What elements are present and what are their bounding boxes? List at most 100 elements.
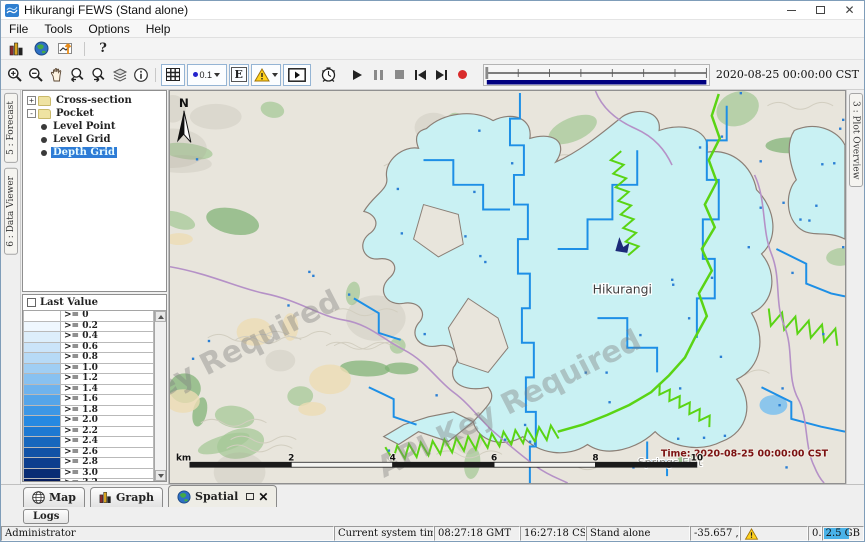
map-canvas[interactable]: API Key RequiredAPI Key Required N Hikur… xyxy=(170,91,845,483)
legend-swatch xyxy=(23,395,61,406)
point-icon xyxy=(193,72,198,77)
svg-text:2: 2 xyxy=(288,453,294,463)
pause-button[interactable] xyxy=(368,64,389,86)
legend-row[interactable]: >= 3.2 xyxy=(23,479,154,481)
tree-item-label[interactable]: Cross-section xyxy=(54,95,134,106)
svg-text:6: 6 xyxy=(491,453,497,463)
legend-row[interactable]: >= 1.6 xyxy=(23,395,154,406)
layers-button[interactable] xyxy=(109,64,130,86)
scroll-up-button[interactable] xyxy=(155,311,166,322)
status-text: Administrator xyxy=(5,528,76,539)
menu-item[interactable]: File xyxy=(1,22,36,36)
archive-button[interactable] xyxy=(5,39,27,59)
record-button[interactable] xyxy=(452,64,473,86)
tree-item[interactable]: - Pocket xyxy=(23,107,166,120)
current-time-label: 2020-08-25 00:00:00 CST xyxy=(716,68,859,81)
menu-item[interactable]: Tools xyxy=(36,22,80,36)
tree-item-label[interactable]: Depth Grid xyxy=(51,147,117,158)
animation-window-button[interactable] xyxy=(283,64,311,86)
map-time-label: Time: 2020-08-25 00:00:00 CST xyxy=(661,448,829,459)
legend-swatch xyxy=(23,479,61,481)
zoom-previous-button[interactable] xyxy=(67,64,88,86)
stopwatch-icon xyxy=(320,66,337,83)
logs-row: Logs xyxy=(1,507,864,526)
skip-start-button[interactable] xyxy=(410,64,431,86)
globe-blue-icon xyxy=(177,490,191,504)
maximize-button[interactable] xyxy=(806,1,835,19)
play-button[interactable] xyxy=(347,64,368,86)
legend-row[interactable]: >= 0.8 xyxy=(23,353,154,364)
expand-toggle-icon[interactable]: + xyxy=(27,96,36,105)
expand-toggle-icon[interactable]: - xyxy=(27,109,36,118)
pan-button[interactable] xyxy=(46,64,67,86)
profile-chart-button[interactable] xyxy=(55,39,77,59)
map-display-button[interactable] xyxy=(30,39,52,59)
legend-row[interactable]: >= 2.4 xyxy=(23,437,154,448)
zoom-in-button[interactable] xyxy=(4,64,25,86)
time-slider-handle[interactable] xyxy=(485,67,488,79)
legend-scrollbar[interactable] xyxy=(154,311,166,481)
tree-item-label[interactable]: Level Point xyxy=(51,121,117,132)
tree-item-label[interactable]: Level Grid xyxy=(51,134,112,145)
layers-icon xyxy=(112,67,128,83)
status-text: 08:27:18 GMT xyxy=(438,528,511,539)
close-button[interactable]: ✕ xyxy=(835,1,864,19)
skip-end-button[interactable] xyxy=(431,64,452,86)
legend-panel: Last Value >= 0 >= 0.2 xyxy=(22,294,167,482)
legend-value: >= 2.4 xyxy=(61,437,154,448)
point-size-dropdown[interactable]: 0.1 xyxy=(187,64,227,86)
tree-item-label[interactable]: Pocket xyxy=(54,108,96,119)
tab-map[interactable]: Map xyxy=(23,487,85,507)
last-value-checkbox[interactable] xyxy=(27,298,36,307)
stop-button[interactable] xyxy=(389,64,410,86)
side-tab[interactable]: 6 : Data Viewer xyxy=(4,168,18,255)
left-tab-strip: 5 : Forecast 6 : Data Viewer xyxy=(1,90,21,484)
legend-row[interactable]: >= 1.2 xyxy=(23,374,154,385)
grid-display-button[interactable] xyxy=(161,64,185,86)
legend-value: >= 2.0 xyxy=(61,416,154,427)
arrow-down-icon xyxy=(158,474,164,478)
tab-spatial[interactable]: Spatial ✕ xyxy=(168,485,277,507)
side-tab[interactable]: 3 : Plot Overview xyxy=(849,93,863,187)
help-button[interactable]: ? xyxy=(92,39,114,59)
pause-icon xyxy=(374,70,383,80)
warnings-dropdown[interactable] xyxy=(251,64,281,86)
status-segment xyxy=(740,526,808,541)
legend-row[interactable]: >= 2.0 xyxy=(23,416,154,427)
tree-item[interactable]: Level Point xyxy=(23,120,166,133)
map-view[interactable]: API Key RequiredAPI Key Required N Hikur… xyxy=(169,90,846,484)
zoom-next-button[interactable] xyxy=(88,64,109,86)
scroll-down-button[interactable] xyxy=(155,470,166,481)
svg-text:10: 10 xyxy=(691,453,703,463)
status-warning-icon[interactable] xyxy=(744,528,759,540)
menu-item[interactable]: Help xyxy=(138,22,179,36)
legend-swatch xyxy=(23,406,61,417)
tree-item[interactable]: + Cross-section xyxy=(23,94,166,107)
time-slider[interactable] xyxy=(483,64,710,86)
bullet-icon xyxy=(41,137,47,143)
labels-toggle-button[interactable]: E xyxy=(229,64,249,86)
side-tab[interactable]: 5 : Forecast xyxy=(4,93,18,163)
legend-row[interactable]: >= 0 xyxy=(23,311,154,322)
tree-item[interactable]: Depth Grid xyxy=(23,146,166,159)
legend-swatch xyxy=(23,364,61,375)
stop-icon xyxy=(395,70,404,79)
tab-graph[interactable]: Graph xyxy=(90,487,163,507)
time-slider-track xyxy=(484,65,709,85)
logs-button[interactable]: Logs xyxy=(23,509,69,524)
timer-button[interactable] xyxy=(318,64,339,86)
status-text: 16:27:18 CST xyxy=(524,528,586,539)
menu-bar: FileToolsOptionsHelp xyxy=(1,20,864,38)
minimize-button[interactable] xyxy=(777,1,806,19)
tab-maximize-icon[interactable] xyxy=(246,493,254,500)
data-viewer-panel: + Cross-section - Pocket xyxy=(21,90,169,484)
tab-close-icon[interactable]: ✕ xyxy=(258,492,268,502)
legend-row[interactable]: >= 0.4 xyxy=(23,332,154,343)
menu-item[interactable]: Options xyxy=(80,22,137,36)
zoom-out-button[interactable] xyxy=(25,64,46,86)
legend-header: Last Value xyxy=(23,295,166,311)
legend-row[interactable]: >= 2.8 xyxy=(23,458,154,469)
tree-item[interactable]: Level Grid xyxy=(23,133,166,146)
info-button[interactable] xyxy=(130,64,151,86)
globe-icon xyxy=(34,41,49,56)
